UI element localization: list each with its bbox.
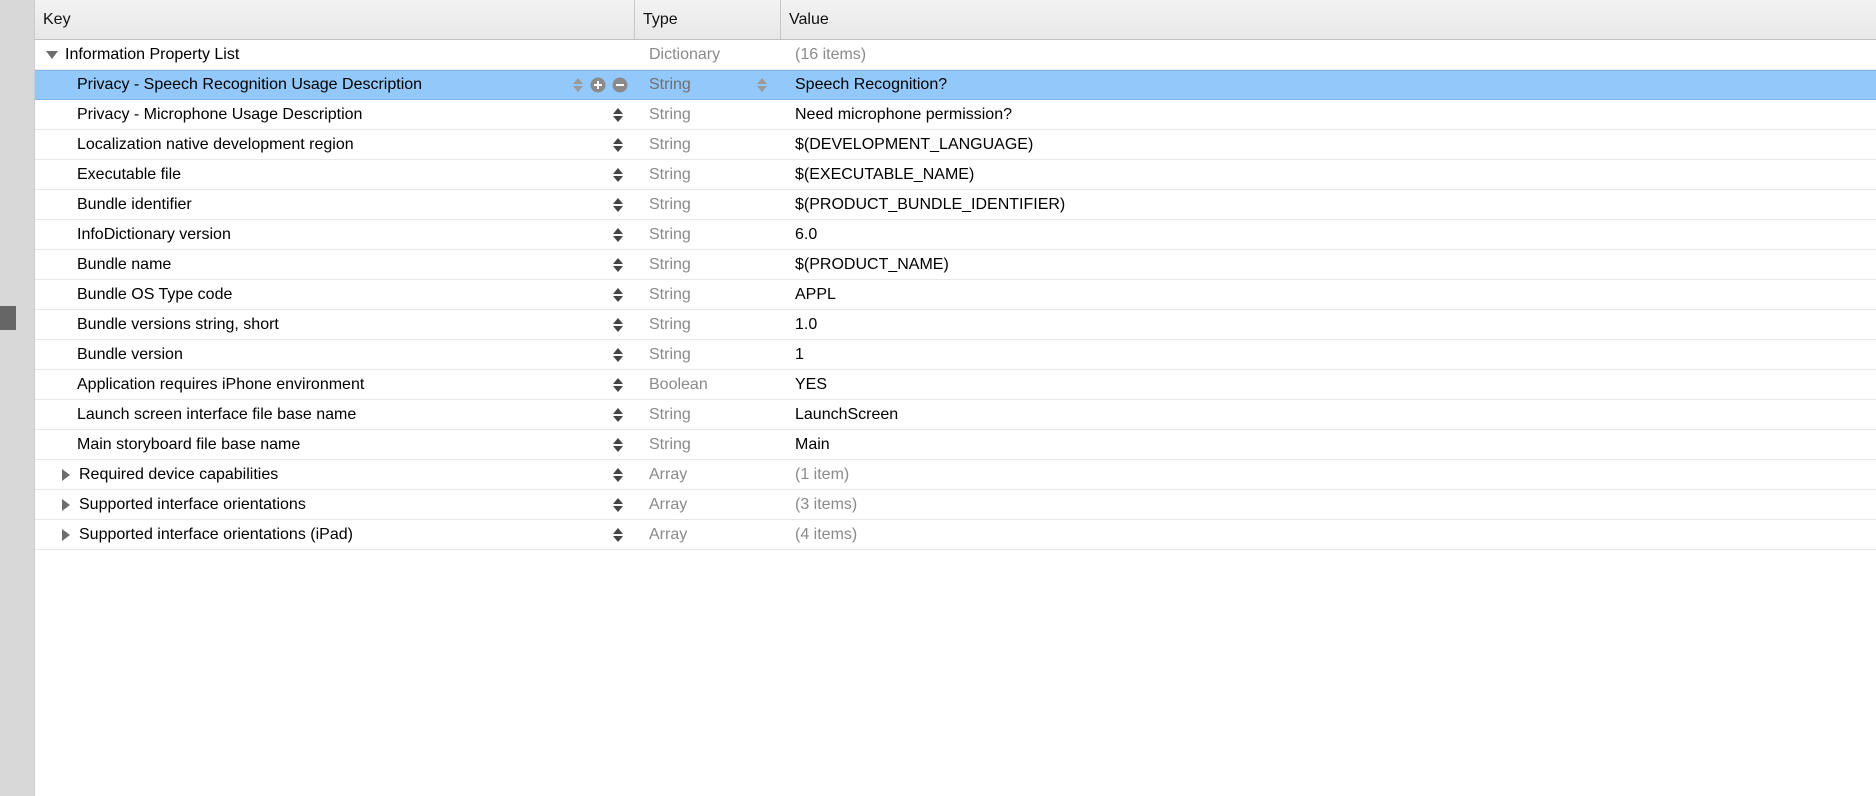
- key-popup-stepper-icon[interactable]: [611, 526, 625, 544]
- item-value-text[interactable]: 1.0: [781, 316, 1876, 334]
- item-value-text[interactable]: 1: [781, 346, 1876, 364]
- disclosure-triangle-icon[interactable]: [45, 48, 59, 62]
- header-value[interactable]: Value: [781, 0, 1876, 39]
- item-value-text[interactable]: $(PRODUCT_BUNDLE_IDENTIFIER): [781, 196, 1876, 214]
- item-key-text: Bundle name: [77, 256, 171, 274]
- item-value-text[interactable]: Speech Recognition?: [781, 76, 1876, 94]
- item-type-text: String: [635, 226, 781, 244]
- plist-item-row[interactable]: Supported interface orientations Array (…: [35, 490, 1876, 520]
- item-type-text: String: [635, 196, 781, 214]
- item-value-text[interactable]: APPL: [781, 286, 1876, 304]
- key-popup-stepper-icon[interactable]: [611, 376, 625, 394]
- key-popup-stepper-icon[interactable]: [611, 496, 625, 514]
- root-key-text: Information Property List: [65, 46, 239, 64]
- item-type-text: String: [635, 406, 781, 424]
- item-value-text: (1 item): [781, 466, 1876, 484]
- disclosure-triangle-icon[interactable]: [59, 498, 73, 512]
- item-key-text: Bundle version: [77, 346, 183, 364]
- key-popup-stepper-icon[interactable]: [611, 286, 625, 304]
- plist-item-row[interactable]: InfoDictionary version String 6.0: [35, 220, 1876, 250]
- plist-item-row[interactable]: Application requires iPhone environment …: [35, 370, 1876, 400]
- item-type-text: Boolean: [635, 376, 781, 394]
- item-key-text: Launch screen interface file base name: [77, 406, 356, 424]
- item-key-text: Supported interface orientations: [79, 496, 306, 514]
- item-type-text: String: [635, 316, 781, 334]
- key-popup-stepper-icon[interactable]: [571, 76, 585, 94]
- plist-item-row[interactable]: Bundle name String $(PRODUCT_NAME): [35, 250, 1876, 280]
- item-key-text: Bundle versions string, short: [77, 316, 279, 334]
- plist-item-row[interactable]: Main storyboard file base name String Ma…: [35, 430, 1876, 460]
- plist-item-row[interactable]: Executable file String $(EXECUTABLE_NAME…: [35, 160, 1876, 190]
- root-type-text: Dictionary: [635, 46, 781, 64]
- item-type-text: String: [635, 436, 781, 454]
- item-value-text[interactable]: YES: [781, 376, 1876, 394]
- item-key-text: Supported interface orientations (iPad): [79, 526, 353, 544]
- item-type-text: String: [635, 346, 781, 364]
- key-popup-stepper-icon[interactable]: [611, 196, 625, 214]
- plist-item-row[interactable]: Supported interface orientations (iPad) …: [35, 520, 1876, 550]
- key-popup-stepper-icon[interactable]: [611, 346, 625, 364]
- disclosure-triangle-icon[interactable]: [59, 528, 73, 542]
- key-popup-stepper-icon[interactable]: [611, 166, 625, 184]
- plist-item-row[interactable]: Privacy - Microphone Usage Description S…: [35, 100, 1876, 130]
- header-type[interactable]: Type: [635, 0, 781, 39]
- item-key-text: Bundle OS Type code: [77, 286, 232, 304]
- item-type-text: String: [635, 136, 781, 154]
- item-type-text: String: [635, 256, 781, 274]
- key-popup-stepper-icon[interactable]: [611, 436, 625, 454]
- root-value-text: (16 items): [781, 46, 1876, 64]
- item-key-text: InfoDictionary version: [77, 226, 231, 244]
- item-type-text: Array: [635, 526, 781, 544]
- item-value-text[interactable]: $(EXECUTABLE_NAME): [781, 166, 1876, 184]
- plist-item-row[interactable]: Localization native development region S…: [35, 130, 1876, 160]
- key-popup-stepper-icon[interactable]: [611, 316, 625, 334]
- item-key-text: Privacy - Microphone Usage Description: [77, 106, 362, 124]
- item-key-text: Main storyboard file base name: [77, 436, 300, 454]
- item-type-text: String: [635, 106, 781, 124]
- item-type-text: String: [635, 286, 781, 304]
- item-key-text: Application requires iPhone environment: [77, 376, 364, 394]
- item-key-text: Privacy - Speech Recognition Usage Descr…: [77, 76, 422, 94]
- gutter-marker: [0, 306, 16, 330]
- key-popup-stepper-icon[interactable]: [611, 406, 625, 424]
- item-type-text: String: [635, 76, 781, 94]
- disclosure-triangle-icon[interactable]: [59, 468, 73, 482]
- key-popup-stepper-icon[interactable]: [611, 106, 625, 124]
- header-key[interactable]: Key: [35, 0, 635, 39]
- editor-gutter: [0, 0, 35, 796]
- item-value-text: (4 items): [781, 526, 1876, 544]
- item-key-text: Bundle identifier: [77, 196, 192, 214]
- item-value-text[interactable]: 6.0: [781, 226, 1876, 244]
- plist-item-row[interactable]: Bundle OS Type code String APPL: [35, 280, 1876, 310]
- item-value-text[interactable]: LaunchScreen: [781, 406, 1876, 424]
- plist-item-row[interactable]: Required device capabilities Array (1 it…: [35, 460, 1876, 490]
- key-popup-stepper-icon[interactable]: [611, 256, 625, 274]
- item-value-text[interactable]: $(PRODUCT_NAME): [781, 256, 1876, 274]
- item-type-text: Array: [635, 466, 781, 484]
- item-value-text[interactable]: Need microphone permission?: [781, 106, 1876, 124]
- type-popup-stepper-icon[interactable]: [755, 76, 769, 94]
- plist-item-row[interactable]: Launch screen interface file base name S…: [35, 400, 1876, 430]
- plist-root-row[interactable]: Information Property List Dictionary (16…: [35, 40, 1876, 70]
- item-key-text: Required device capabilities: [79, 466, 278, 484]
- item-key-text: Executable file: [77, 166, 181, 184]
- item-value-text: (3 items): [781, 496, 1876, 514]
- plist-item-row[interactable]: Privacy - Speech Recognition Usage Descr…: [35, 70, 1876, 100]
- key-popup-stepper-icon[interactable]: [611, 466, 625, 484]
- key-popup-stepper-icon[interactable]: [611, 136, 625, 154]
- add-row-button[interactable]: [589, 76, 607, 94]
- item-type-text: Array: [635, 496, 781, 514]
- remove-row-button[interactable]: [611, 76, 629, 94]
- item-value-text[interactable]: $(DEVELOPMENT_LANGUAGE): [781, 136, 1876, 154]
- item-key-text: Localization native development region: [77, 136, 354, 154]
- item-type-text: String: [635, 166, 781, 184]
- plist-item-row[interactable]: Bundle identifier String $(PRODUCT_BUNDL…: [35, 190, 1876, 220]
- plist-item-row[interactable]: Bundle version String 1: [35, 340, 1876, 370]
- plist-editor: Key Type Value Information Property List…: [35, 0, 1876, 796]
- item-value-text[interactable]: Main: [781, 436, 1876, 454]
- plist-item-row[interactable]: Bundle versions string, short String 1.0: [35, 310, 1876, 340]
- column-header-row: Key Type Value: [35, 0, 1876, 40]
- plist-rows: Information Property List Dictionary (16…: [35, 40, 1876, 796]
- key-popup-stepper-icon[interactable]: [611, 226, 625, 244]
